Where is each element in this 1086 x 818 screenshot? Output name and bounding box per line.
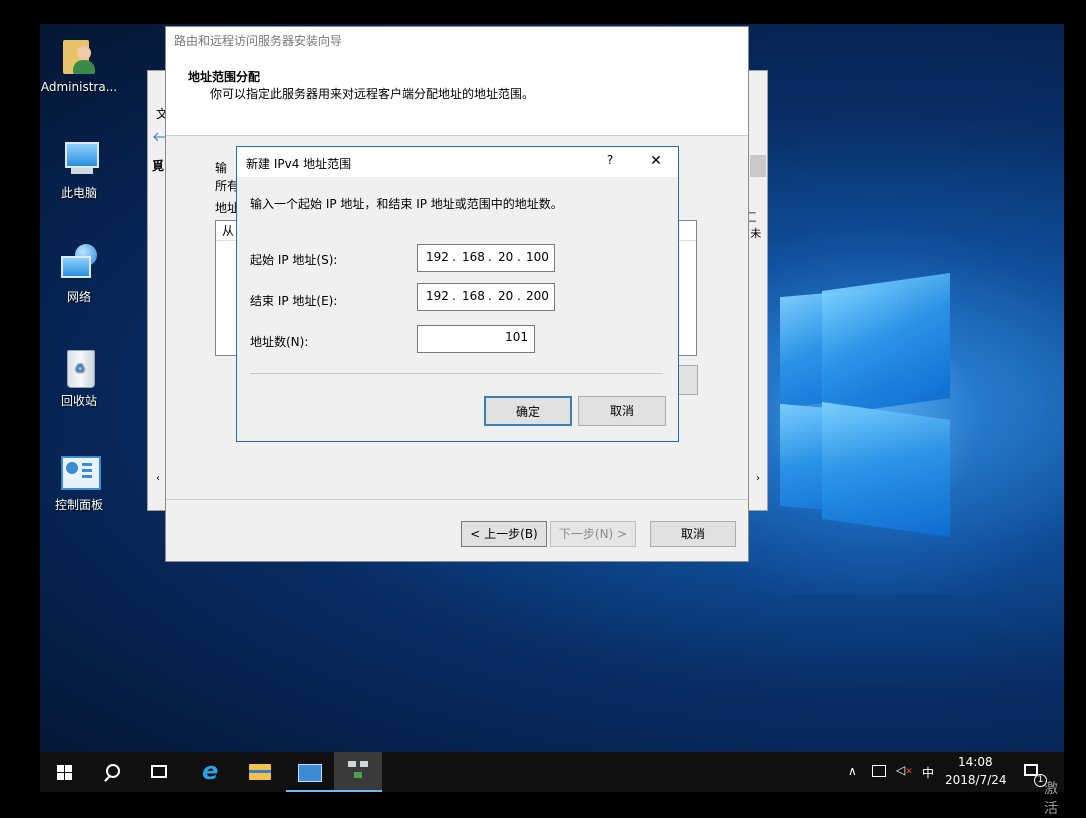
next-button[interactable]: 下一步(N) >: [550, 521, 636, 547]
volume-muted-icon[interactable]: ◁✕: [896, 763, 913, 777]
ip-octet[interactable]: 100: [526, 250, 549, 264]
wizard-cancel-button[interactable]: 取消: [650, 521, 736, 547]
routing-remote-access-icon[interactable]: [334, 752, 382, 792]
desktop-icon-administrator[interactable]: Administra...: [40, 36, 118, 94]
ime-indicator[interactable]: 中: [922, 764, 934, 781]
desktop-icon-this-pc[interactable]: 此电脑: [40, 140, 118, 201]
ok-button[interactable]: 确定: [484, 396, 572, 426]
chevron-up-icon[interactable]: ∧: [848, 764, 857, 778]
wizard-header-subtitle: 你可以指定此服务器用来对远程客户端分配地址的地址范围。: [210, 87, 535, 101]
scrollbar-vertical[interactable]: [750, 155, 766, 177]
ip-octet[interactable]: 192: [426, 250, 449, 264]
dialog-cancel-button[interactable]: 取消: [578, 396, 666, 426]
start-button[interactable]: [40, 752, 88, 792]
user-folder-icon: [57, 36, 101, 76]
ip-octet[interactable]: 168: [462, 250, 485, 264]
scroll-left-arrow[interactable]: ‹: [150, 471, 166, 487]
taskbar: e ∧ ◁✕ 中 14:08 2018/7/24 1 激活: [40, 752, 1064, 817]
dialog-instruction: 输入一个起始 IP 地址，和结束 IP 地址或范围中的地址数。: [250, 197, 563, 211]
address-count-label: 地址数(N):: [250, 335, 309, 349]
new-ipv4-range-dialog[interactable]: 新建 IPv4 地址范围 ? ✕ 输入一个起始 IP 地址，和结束 IP 地址或…: [236, 146, 679, 442]
back-button[interactable]: < 上一步(B): [461, 521, 547, 547]
start-ip-label: 起始 IP 地址(S):: [250, 253, 338, 267]
start-ip-field[interactable]: 192 . 168 . 20 . 100: [417, 244, 555, 272]
console-right-text: 匚 (未: [746, 211, 762, 240]
dialog-title: 新建 IPv4 地址范围: [246, 157, 352, 171]
logo-pane-tr: [822, 273, 950, 416]
wizard-header-title: 地址范围分配: [188, 70, 261, 84]
address-count-field[interactable]: 101: [417, 325, 535, 353]
desktop-icon-control-panel[interactable]: 控制面板: [40, 452, 118, 513]
close-icon[interactable]: ✕: [641, 153, 671, 171]
clock-time[interactable]: 14:08: [958, 755, 993, 769]
ip-dot: .: [488, 289, 492, 303]
wizard-body-text: 输: [215, 161, 228, 175]
activation-watermark: 激活: [1044, 781, 1058, 817]
desktop-icon-recycle-bin[interactable]: ♻ 回收站: [40, 348, 118, 409]
ip-dot: .: [488, 250, 492, 264]
ip-dot: .: [452, 250, 456, 264]
internet-explorer-icon[interactable]: e: [190, 752, 238, 792]
windows-start-icon: [57, 765, 72, 780]
ip-octet[interactable]: 192: [426, 289, 449, 303]
desktop-icon-label: 此电脑: [60, 186, 97, 200]
file-explorer-icon[interactable]: [238, 752, 286, 792]
network-icon: [57, 244, 101, 284]
task-view-icon[interactable]: [136, 752, 184, 792]
ip-octet[interactable]: 20: [498, 250, 513, 264]
ip-dot: .: [517, 289, 521, 303]
ip-dot: .: [452, 289, 456, 303]
computer-icon: [57, 140, 101, 180]
ip-octet[interactable]: 168: [462, 289, 485, 303]
ip-dot: .: [517, 250, 521, 264]
console-tree-item: 覓: [152, 159, 165, 173]
desktop-icon-label: 回收站: [60, 394, 97, 408]
desktop-icon-label: 网络: [66, 290, 91, 304]
desktop-icon-label: Administra...: [40, 80, 118, 94]
dialog-titlebar: 新建 IPv4 地址范围 ? ✕: [237, 147, 678, 177]
wizard-side-button[interactable]: [678, 365, 698, 395]
search-icon[interactable]: [88, 752, 136, 792]
logo-pane-br: [822, 402, 950, 537]
wizard-title: 路由和远程访问服务器安装向导: [166, 27, 748, 55]
clock-date[interactable]: 2018/7/24: [945, 773, 1007, 787]
server-manager-icon[interactable]: [286, 752, 334, 792]
wizard-footer-divider: [166, 499, 748, 500]
ip-octet[interactable]: 200: [526, 289, 549, 303]
end-ip-field[interactable]: 192 . 168 . 20 . 200: [417, 283, 555, 311]
scroll-right-arrow[interactable]: ›: [750, 471, 766, 487]
network-status-icon[interactable]: [872, 765, 886, 777]
desktop-icon-network[interactable]: 网络: [40, 244, 118, 305]
dialog-divider: [250, 373, 663, 374]
desktop-icon-label: 控制面板: [54, 498, 103, 512]
recycle-bin-icon: ♻: [57, 348, 101, 388]
wizard-header: 地址范围分配 你可以指定此服务器用来对远程客户端分配地址的地址范围。: [166, 55, 748, 136]
end-ip-label: 结束 IP 地址(E):: [250, 294, 338, 308]
ip-octet[interactable]: 20: [498, 289, 513, 303]
control-panel-icon: [57, 452, 101, 492]
help-button[interactable]: ?: [597, 153, 623, 171]
